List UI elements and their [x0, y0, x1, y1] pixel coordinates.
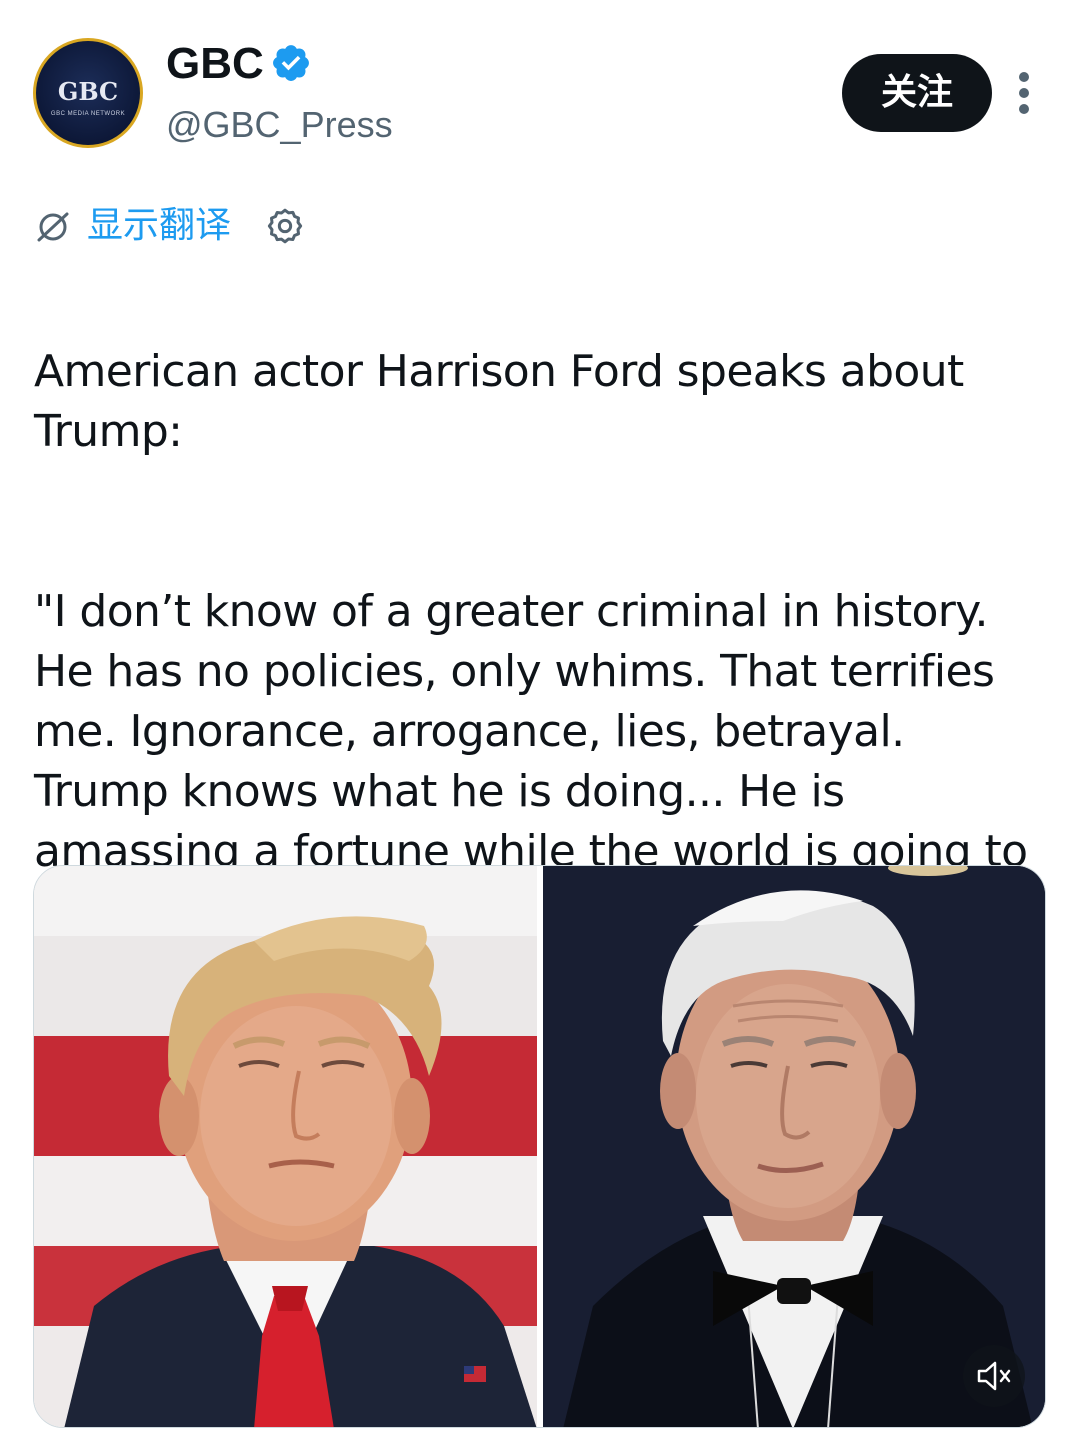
tweet-paragraph-intro: American actor Harrison Ford speaks abou…	[34, 346, 964, 457]
translate-icon	[37, 212, 69, 242]
photo-right[interactable]	[543, 866, 1045, 1427]
more-icon[interactable]	[1012, 72, 1036, 114]
follow-button[interactable]: 关注	[842, 54, 992, 132]
translate-row: 显示翻译	[33, 202, 433, 252]
show-translation-link[interactable]: 显示翻译	[87, 202, 231, 250]
avatar-logo-subtext: GBC MEDIA NETWORK	[50, 111, 126, 117]
tweet-media[interactable]	[33, 865, 1046, 1428]
verified-badge-icon	[273, 45, 309, 81]
photo-left[interactable]	[34, 866, 537, 1427]
photo-left-illustration	[34, 866, 537, 1427]
settings-icon[interactable]	[265, 206, 305, 246]
mute-icon[interactable]	[963, 1345, 1025, 1407]
tweet-header: GBC GBC MEDIA NETWORK GBC @GBC_Press 关注	[0, 0, 1080, 180]
avatar-logo-text: GBC	[57, 77, 119, 106]
user-handle[interactable]: @GBC_Press	[166, 102, 393, 148]
photo-right-illustration	[543, 866, 1045, 1427]
display-name[interactable]: GBC	[166, 36, 264, 92]
avatar[interactable]: GBC GBC MEDIA NETWORK	[33, 38, 143, 148]
